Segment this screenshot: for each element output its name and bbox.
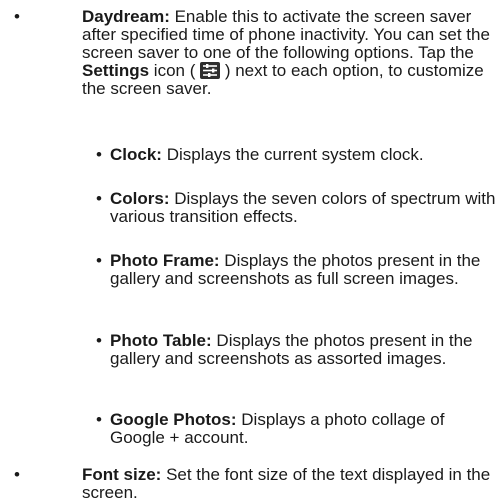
photo-frame-description: Photo Frame: Displays the photos present… (110, 252, 498, 288)
bullet: • (14, 465, 20, 484)
font-size-title: Font size: (82, 465, 162, 484)
icon-lead-text: icon ( (149, 61, 201, 80)
daydream-description: Daydream: Enable this to activate the sc… (82, 8, 498, 98)
bullet: • (96, 331, 102, 350)
clock-title: Clock: (110, 145, 162, 164)
google-photos-title: Google Photos: (110, 410, 237, 429)
colors-description: Colors: Displays the seven colors of spe… (110, 190, 498, 226)
bullet: • (96, 145, 102, 164)
bullet: • (14, 7, 20, 26)
colors-title: Colors: (110, 189, 170, 208)
settings-word: Settings (82, 61, 150, 80)
photo-table-description: Photo Table: Displays the photos present… (110, 332, 498, 368)
photo-table-title: Photo Table: (110, 331, 212, 350)
clock-text: Displays the current system clock. (161, 145, 424, 164)
settings-sliders-icon (200, 62, 221, 79)
bullet: • (96, 189, 102, 208)
google-photos-description: Google Photos: Displays a photo collage … (110, 411, 498, 447)
bullet: • (96, 251, 102, 270)
font-size-description: Font size: Set the font size of the text… (82, 466, 498, 502)
daydream-title: Daydream: (82, 7, 170, 26)
document-page: • Daydream: Enable this to activate the … (0, 0, 502, 502)
bullet: • (96, 410, 102, 429)
clock-description: Clock: Displays the current system clock… (110, 146, 498, 164)
photo-frame-title: Photo Frame: (110, 251, 220, 270)
